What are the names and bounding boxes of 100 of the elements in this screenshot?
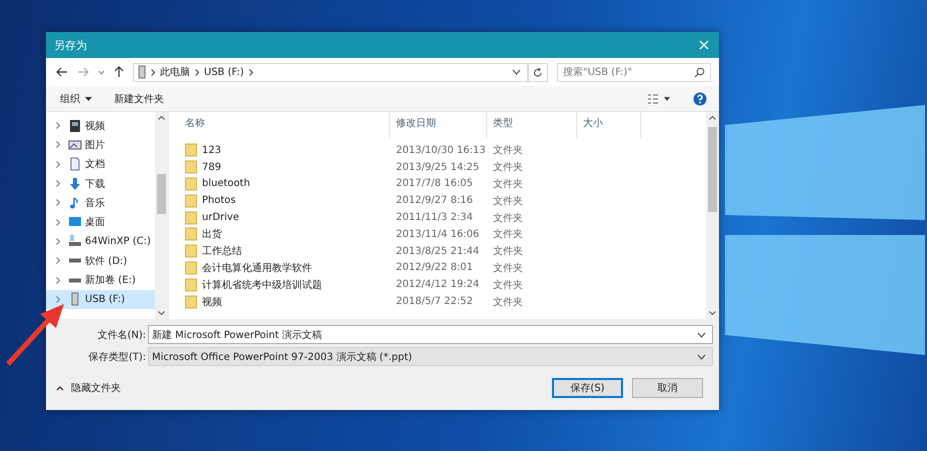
sidebar-item[interactable]: 视频 (46, 116, 155, 136)
folder-icon (185, 227, 197, 242)
scroll-up-icon[interactable] (709, 116, 716, 120)
file-name[interactable]: urDrive (202, 212, 240, 224)
forward-arrow-icon[interactable] (77, 67, 89, 77)
table-cell-text: 2011/11/3 2:34 (395, 212, 474, 224)
cancel-button[interactable]: 取消 (632, 378, 703, 398)
save-button[interactable]: 保存(S) (552, 378, 623, 398)
scroll-down-icon[interactable] (709, 311, 716, 315)
file-name[interactable]: 会计电算化通用教学软件 (202, 260, 312, 275)
sidebar-item[interactable]: USB (F:) (46, 290, 155, 309)
drive-icon (68, 234, 82, 248)
drive-icon (68, 258, 82, 264)
table-cell-text: 文件夹 (492, 262, 524, 275)
dropdown-caret-icon (697, 332, 706, 338)
file-name[interactable]: 出货 (202, 227, 222, 242)
film-icon (68, 118, 82, 133)
sidebar-item[interactable]: 下载 (46, 174, 155, 194)
help-icon[interactable] (693, 92, 707, 106)
sidebar-item[interactable]: 软件 (D:) (46, 251, 155, 270)
table-cell-text: 2013/10/30 16:13 (395, 144, 487, 156)
scroll-thumb[interactable] (708, 127, 717, 212)
file-name[interactable]: 123 (202, 144, 222, 156)
caret-up-icon (56, 386, 64, 390)
chevron-icon[interactable] (56, 180, 60, 188)
scrollbar[interactable] (706, 112, 719, 319)
folder-icon (185, 143, 197, 158)
refresh-button[interactable] (528, 62, 548, 82)
table-cell-text: 文件夹 (492, 278, 524, 292)
table-cell-text: 文件夹 (492, 296, 524, 309)
table-cell-text: 2013/8/25 21:44 (395, 246, 480, 257)
folder-icon (185, 176, 197, 191)
scroll-thumb[interactable] (157, 174, 166, 214)
folder-icon (185, 160, 197, 174)
column-header[interactable]: 类型 (487, 112, 577, 138)
folder-icon (185, 194, 197, 208)
file-name[interactable]: 789 (202, 162, 222, 173)
chevron-icon[interactable] (56, 218, 60, 226)
file-name[interactable]: Photos (202, 195, 236, 206)
organize-menu[interactable]: 组织 (60, 92, 92, 106)
refresh-icon (533, 66, 543, 78)
scrollbar[interactable] (155, 112, 168, 319)
breadcrumb[interactable]: 此电脑 (160, 65, 190, 79)
chevron-icon[interactable] (56, 160, 60, 168)
table-cell-text: 文件夹 (492, 178, 524, 191)
chevron-icon[interactable] (56, 122, 60, 130)
chevron-icon[interactable] (56, 238, 60, 245)
scroll-down-icon[interactable] (158, 311, 165, 315)
address-bar[interactable]: 此电脑 USB (F:) (133, 62, 528, 82)
table-cell-text: 2013/9/25 14:25 (395, 162, 480, 173)
search-field[interactable]: 搜索"USB (F:)" (557, 62, 711, 82)
file-name[interactable]: 计算机省统考中级培训试题 (202, 278, 322, 292)
breadcrumb[interactable]: USB (F:) (204, 66, 244, 78)
folder-icon (185, 244, 197, 258)
dropdown-caret-icon (697, 354, 706, 360)
file-name-field[interactable]: 新建 Microsoft PowerPoint 演示文稿 (148, 325, 713, 344)
download-arrow-icon (68, 176, 82, 191)
column-header[interactable]: 修改日期 (390, 112, 487, 138)
table-cell-text: 2012/9/22 8:01 (395, 262, 474, 274)
file-name[interactable]: bluetooth (202, 178, 250, 190)
chevron-icon[interactable] (56, 199, 60, 206)
new-folder-button[interactable]: 新建文件夹 (114, 92, 164, 106)
caret-icon (85, 96, 92, 100)
close-icon[interactable] (699, 40, 709, 50)
sidebar-item[interactable]: 音乐 (46, 193, 155, 212)
view-options-icon[interactable] (647, 94, 671, 104)
table-cell-text: 文件夹 (492, 244, 524, 258)
table-cell-text: 文件夹 (492, 144, 524, 158)
folder-icon (185, 210, 197, 225)
search-icon (694, 66, 705, 78)
table-cell-text: 2018/5/7 22:52 (395, 296, 474, 308)
dropdown-caret-icon[interactable] (512, 69, 521, 75)
file-name[interactable]: 视频 (202, 294, 222, 309)
up-arrow-icon[interactable] (114, 66, 124, 78)
caret-icon[interactable] (98, 70, 105, 74)
folder-icon (185, 260, 197, 275)
sidebar-item[interactable]: 桌面 (46, 212, 155, 232)
chevron-icon[interactable] (56, 257, 60, 264)
window-title: 另存为 (54, 38, 87, 52)
table-cell-text: 文件夹 (492, 160, 524, 174)
scroll-up-icon[interactable] (158, 116, 165, 120)
table-cell-text: 文件夹 (492, 212, 524, 225)
chevron-icon[interactable] (56, 141, 60, 148)
table-cell-text: 文件夹 (492, 194, 524, 208)
sidebar-item[interactable]: 64WinXP (C:) (46, 232, 155, 252)
column-header[interactable]: 名称 (185, 112, 390, 138)
sidebar-item[interactable]: 图片 (46, 135, 155, 155)
folder-icon (185, 294, 197, 309)
hide-folders-toggle[interactable]: 隐藏文件夹 (56, 381, 121, 395)
table-cell-text: 2017/7/8 16:05 (395, 178, 474, 190)
chevron-icon[interactable] (56, 296, 60, 303)
back-arrow-icon[interactable] (56, 67, 68, 77)
field-label: 文件名(N): (96, 328, 147, 342)
sidebar-item[interactable]: 新加卷 (E:) (46, 270, 155, 290)
chevron-icon[interactable] (56, 276, 60, 284)
column-header[interactable]: 大小 (577, 112, 641, 138)
chevron-icon (151, 68, 155, 76)
sidebar-item[interactable]: 文档 (46, 154, 155, 174)
file-name[interactable]: 工作总结 (202, 244, 242, 258)
table-cell-text: 2012/4/12 19:24 (395, 279, 480, 290)
